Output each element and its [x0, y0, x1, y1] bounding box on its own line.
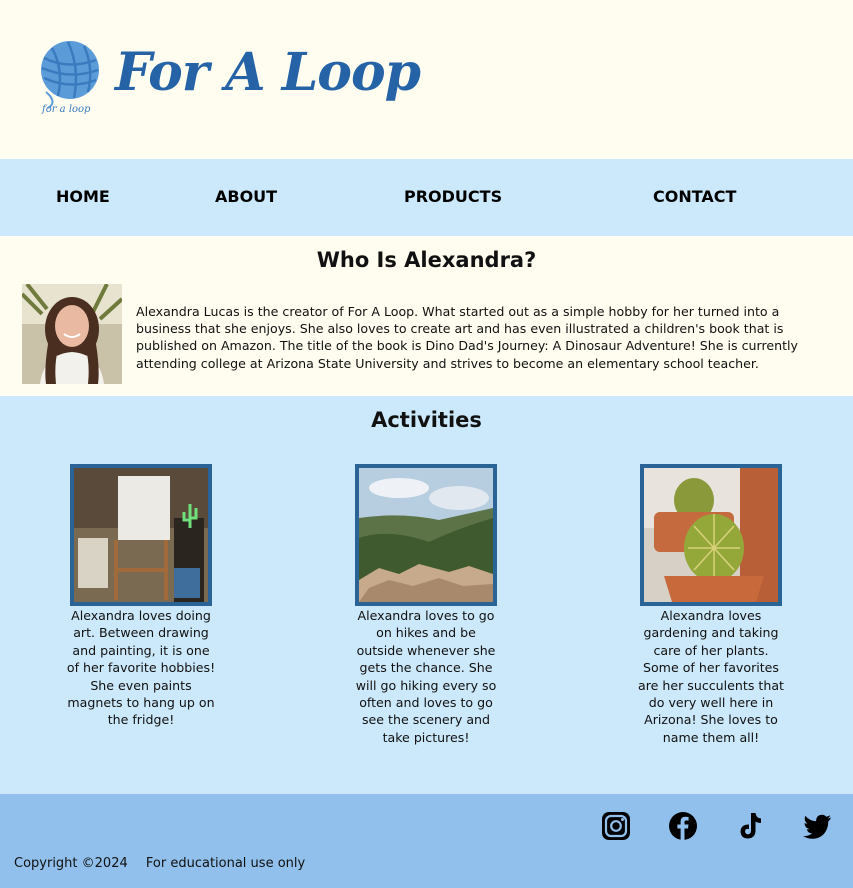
about-section: Who Is Alexandra? Alexandra Lucas is the… [0, 236, 853, 396]
art-easel-photo [70, 464, 212, 606]
alexandra-portrait [22, 284, 122, 384]
main-nav: HOME ABOUT PRODUCTS CONTACT [0, 159, 853, 236]
nav-contact[interactable]: CONTACT [653, 187, 736, 206]
logo-small-text: for a loop [41, 104, 91, 115]
activity-text-hiking: Alexandra loves to go on hikes and be ou… [355, 608, 497, 745]
site-header: for a loop For A Loop [0, 0, 853, 159]
twitter-icon[interactable] [802, 811, 832, 841]
about-text: Alexandra Lucas is the creator of For A … [136, 304, 798, 371]
activities-title: Activities [371, 408, 482, 432]
educational-note: For educational use only [145, 856, 306, 871]
activity-card-gardening: Alexandra loves gardening and taking car… [636, 464, 786, 746]
instagram-icon[interactable] [601, 811, 631, 841]
nav-home[interactable]: HOME [56, 187, 110, 206]
copyright-text: Copyright ©2024 [14, 856, 128, 871]
brand-name[interactable]: For A Loop [115, 42, 421, 103]
facebook-icon[interactable] [668, 811, 698, 841]
activity-card-art: Alexandra loves doing art. Between drawi… [66, 464, 216, 729]
tiktok-icon[interactable] [735, 811, 765, 841]
nav-about[interactable]: ABOUT [215, 187, 277, 206]
site-footer: Copyright ©2024 For educational use only [0, 794, 853, 888]
about-title: Who Is Alexandra? [316, 248, 537, 272]
activities-section: Activities Alexandra loves doing art. Be… [0, 396, 853, 794]
copyright-line: Copyright ©2024 For educational use only [14, 856, 305, 871]
activity-card-hiking: Alexandra loves to go on hikes and be ou… [351, 464, 501, 746]
activity-text-art: Alexandra loves doing art. Between drawi… [66, 608, 216, 728]
activity-text-gardening: Alexandra loves gardening and taking car… [638, 608, 784, 745]
nav-products[interactable]: PRODUCTS [404, 187, 502, 206]
cactus-plants-photo [640, 464, 782, 606]
yarn-ball-logo-icon[interactable]: for a loop [38, 40, 102, 116]
hiking-scenery-photo [355, 464, 497, 606]
